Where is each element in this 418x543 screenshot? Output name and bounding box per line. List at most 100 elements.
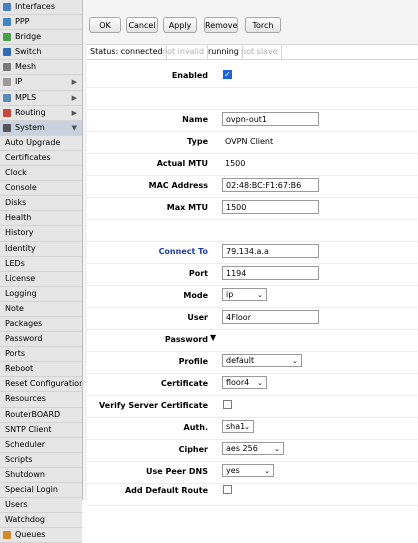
- actual-mtu-value: 1500: [225, 159, 246, 168]
- chevron-down-icon: ⌄: [244, 423, 250, 431]
- sidebar-item-bridge[interactable]: Bridge: [0, 30, 82, 46]
- sidebar-item-ppp[interactable]: PPP: [0, 15, 82, 31]
- profile-label: Profile: [178, 357, 208, 366]
- sidebar-item-label: Auto Upgrade: [5, 137, 61, 147]
- port-input[interactable]: 1194: [222, 266, 319, 280]
- sidebar-item-label: Ports: [5, 349, 26, 359]
- cipher-select[interactable]: aes 256 ⌄: [222, 442, 284, 455]
- sidebar-item-health[interactable]: Health: [0, 211, 82, 227]
- sidebar-item-history[interactable]: History: [0, 226, 82, 242]
- row-certificate: Certificate floor4 ⌄: [87, 373, 418, 396]
- type-label: Type: [187, 137, 208, 146]
- bridge-icon: [3, 33, 11, 42]
- sidebar-item-label: Reboot: [5, 364, 34, 374]
- row-default-route: Add Default Route: [87, 480, 418, 500]
- chevron-down-icon: ⌄: [292, 357, 298, 365]
- status-connected: Status: connected: [87, 45, 167, 59]
- row-user: User 4Floor: [87, 307, 418, 330]
- profile-select[interactable]: default ⌄: [222, 354, 302, 367]
- sidebar-item-label: Disks: [5, 198, 27, 208]
- sidebar-item-label: Password: [5, 334, 43, 344]
- sidebar-item-scripts[interactable]: Scripts: [0, 452, 82, 468]
- sidebar-item-mpls[interactable]: MPLS ▶: [0, 90, 82, 106]
- sidebar-item-label: License: [5, 273, 36, 283]
- cancel-button[interactable]: Cancel: [126, 17, 158, 33]
- auth-select[interactable]: sha1 ⌄: [222, 420, 254, 433]
- main-panel: OK Cancel Apply Remove Torch Status: con…: [83, 0, 418, 506]
- mode-value: ip: [226, 290, 234, 299]
- chevron-down-icon: ⌄: [257, 379, 263, 387]
- actual-mtu-label: Actual MTU: [156, 159, 208, 168]
- row-profile: Profile default ⌄: [87, 351, 418, 374]
- caret-right-icon: ▶: [71, 93, 77, 102]
- chevron-down-icon: ⌄: [274, 445, 280, 453]
- remove-button[interactable]: Remove: [204, 17, 238, 33]
- mac-input[interactable]: 02:48:BC:F1:67:B6: [222, 178, 319, 192]
- sidebar-item-label: Special Login: [5, 485, 58, 494]
- chevron-down-icon: ⌄: [264, 467, 270, 475]
- profile-value: default: [226, 356, 255, 365]
- apply-button[interactable]: Apply: [163, 17, 197, 33]
- sidebar-item-label: Note: [5, 303, 24, 313]
- sidebar-item-label: Packages: [5, 318, 43, 328]
- row-type: Type OVPN Client: [87, 131, 418, 154]
- sidebar-item-label: Console: [5, 183, 37, 193]
- certificate-value: floor4: [226, 378, 250, 387]
- default-route-checkbox[interactable]: [223, 485, 232, 494]
- sidebar-item-label: Mesh: [15, 62, 37, 72]
- torch-button[interactable]: Torch: [245, 17, 281, 33]
- port-label: Port: [188, 269, 208, 278]
- peer-dns-select[interactable]: yes ⌄: [222, 464, 274, 477]
- spacer: [87, 87, 418, 110]
- sidebar-item-label: Certificates: [5, 152, 51, 162]
- sidebar-item-label: Health: [5, 213, 32, 223]
- sidebar-item-watchdog[interactable]: Watchdog: [0, 513, 82, 529]
- sidebar-item-label: Interfaces: [15, 2, 55, 11]
- sidebar-item-label: Users: [5, 500, 28, 510]
- sidebar-item-label: Clock: [5, 168, 27, 178]
- connect-to-label: Connect To: [158, 247, 208, 256]
- name-input[interactable]: ovpn-out1: [222, 112, 319, 126]
- max-mtu-input[interactable]: 1500: [222, 200, 319, 214]
- status-slave: not slave: [238, 45, 282, 59]
- user-label: User: [187, 313, 208, 322]
- row-connect-to: Connect To 79.134.a.a: [87, 241, 418, 264]
- row-mode: Mode ip ⌄: [87, 285, 418, 308]
- toolbar: OK Cancel Apply Remove Torch: [83, 0, 418, 42]
- switch-icon: [3, 48, 11, 57]
- user-input[interactable]: 4Floor: [222, 310, 319, 324]
- enabled-checkbox[interactable]: ✓: [223, 70, 232, 79]
- cipher-label: Cipher: [178, 445, 208, 454]
- mode-select[interactable]: ip ⌄: [222, 288, 267, 301]
- sidebar-item-label: Bridge: [15, 32, 42, 42]
- sidebar-item-label: IP: [15, 77, 23, 87]
- enabled-label: Enabled: [171, 71, 208, 80]
- row-auth: Auth. sha1 ⌄: [87, 417, 418, 440]
- row-port: Port 1194: [87, 263, 418, 286]
- auth-label: Auth.: [183, 423, 208, 432]
- sidebar-item-label: Watchdog: [5, 515, 45, 525]
- sidebar-item-label: Resources: [5, 394, 46, 404]
- caret-down-icon[interactable]: ▼: [210, 333, 216, 342]
- sidebar-item-label: Scripts: [5, 454, 33, 464]
- verify-label: Verify Server Certificate: [99, 401, 208, 410]
- row-max-mtu: Max MTU 1500: [87, 197, 418, 220]
- sidebar-item-users[interactable]: Users: [0, 498, 82, 514]
- mode-label: Mode: [183, 291, 208, 300]
- verify-checkbox[interactable]: [223, 400, 232, 409]
- sidebar-item-interfaces[interactable]: Interfaces: [0, 0, 82, 16]
- queues-icon: [3, 531, 11, 540]
- sidebar-item-label: Routing: [15, 107, 46, 117]
- sidebar-item-clock[interactable]: Clock: [0, 166, 82, 182]
- sidebar-item-label: RouterBOARD: [5, 409, 61, 419]
- row-name: Name ovpn-out1: [87, 109, 418, 132]
- peer-dns-value: yes: [226, 466, 240, 475]
- type-value: OVPN Client: [225, 137, 274, 146]
- certificate-select[interactable]: floor4 ⌄: [222, 376, 267, 389]
- connect-to-input[interactable]: 79.134.a.a: [222, 244, 319, 258]
- sidebar-item-queues[interactable]: Queues: [0, 528, 82, 543]
- sidebar-item-switch[interactable]: Switch: [0, 45, 82, 61]
- sidebar-item-label: Scheduler: [5, 439, 46, 449]
- sidebar-item-label: LEDs: [5, 258, 25, 268]
- ok-button[interactable]: OK: [89, 17, 121, 33]
